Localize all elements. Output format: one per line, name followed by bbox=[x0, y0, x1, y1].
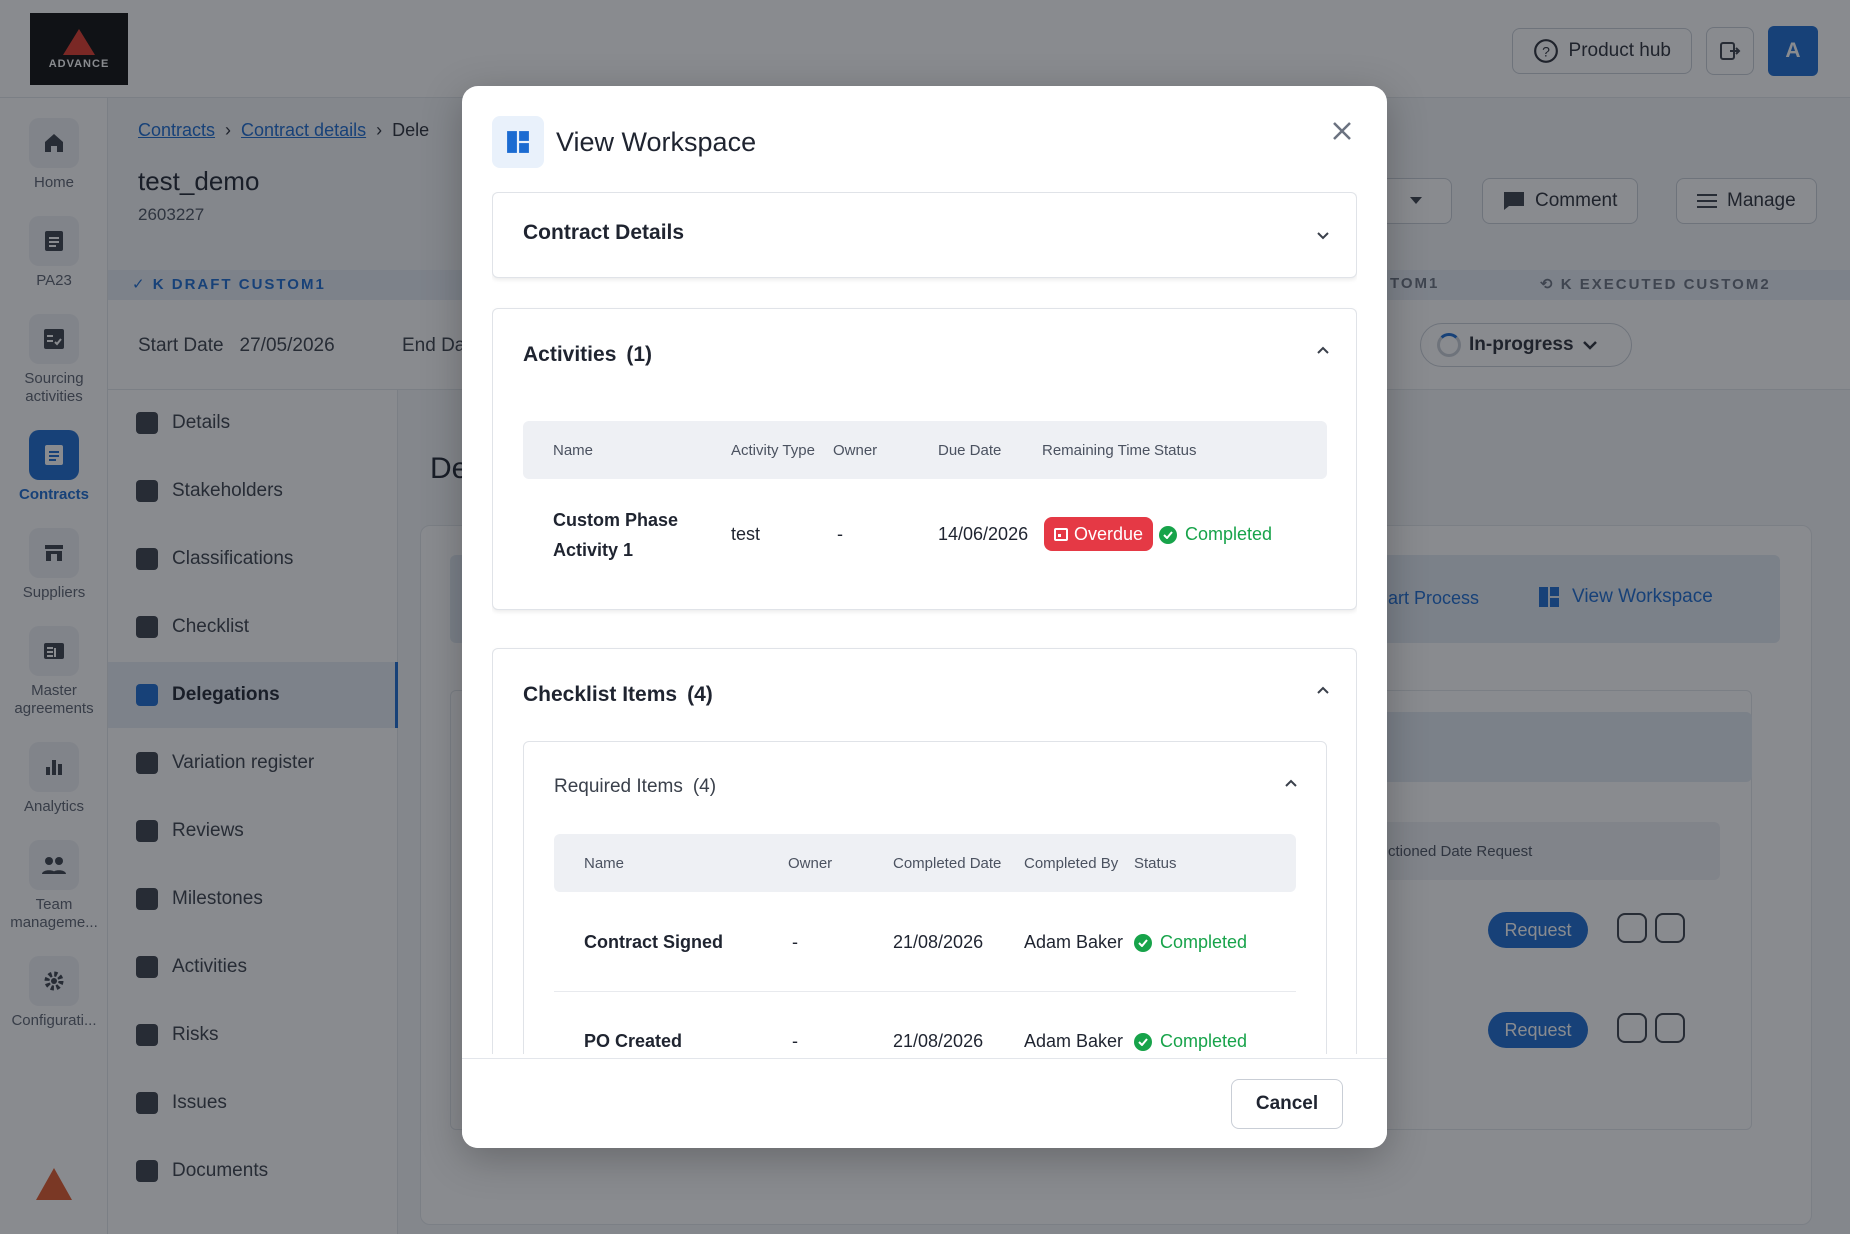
col-activity-type: Activity Type bbox=[731, 442, 815, 459]
activity-due-date: 14/06/2026 bbox=[938, 524, 1029, 544]
activity-type: test bbox=[731, 524, 761, 544]
modal-footer: Cancel bbox=[462, 1058, 1387, 1148]
col-status: Status bbox=[1154, 442, 1197, 459]
col-owner: Owner bbox=[833, 442, 878, 459]
modal-title: View Workspace bbox=[556, 126, 757, 157]
status-completed: Completed bbox=[1134, 932, 1247, 953]
overdue-badge: Overdue bbox=[1044, 517, 1154, 551]
col-completed-by: Completed By bbox=[1024, 855, 1119, 872]
required-items-count: (4) bbox=[692, 776, 717, 797]
checklist-item-completed-by: Adam Baker bbox=[1024, 932, 1124, 952]
modal-header: View Workspace bbox=[492, 116, 756, 168]
activity-name-line: Activity 1 bbox=[553, 540, 634, 560]
checklist-title: Checklist Items (4) bbox=[523, 683, 713, 707]
status-completed: Completed bbox=[1134, 1031, 1247, 1052]
checklist-item-owner: - bbox=[792, 1031, 798, 1051]
checklist-item-date: 21/08/2026 bbox=[893, 932, 984, 952]
col-owner: Owner bbox=[788, 855, 833, 872]
chevron-up-icon[interactable] bbox=[1316, 343, 1330, 357]
status-label: Completed bbox=[1160, 1031, 1248, 1051]
checklist-item-name[interactable]: Contract Signed bbox=[584, 932, 723, 953]
checklist-item-name[interactable]: PO Created bbox=[584, 1031, 682, 1052]
activities-table-header bbox=[523, 421, 1327, 479]
chevron-down-icon[interactable] bbox=[1316, 229, 1330, 243]
status-completed: Completed bbox=[1159, 524, 1272, 545]
row-divider bbox=[554, 991, 1296, 992]
workspace-icon bbox=[492, 116, 544, 168]
col-name: Name bbox=[553, 442, 594, 459]
checklist-panel: Checklist Items (4) Required Items (4) Nam… bbox=[492, 648, 1357, 1054]
required-items-title: Required Items (4) bbox=[554, 776, 716, 798]
activity-owner: - bbox=[837, 524, 843, 544]
activities-panel: Activities (1) Name Activity Type Owner D… bbox=[492, 308, 1357, 610]
col-completed-date: Completed Date bbox=[893, 855, 1002, 872]
activities-title-label: Activities bbox=[523, 343, 617, 366]
checklist-item-completed-by: Adam Baker bbox=[1024, 1031, 1124, 1051]
activity-name[interactable]: Custom Phase Activity 1 bbox=[553, 505, 678, 565]
col-status: Status bbox=[1134, 855, 1177, 872]
required-items-panel: Required Items (4) Name Owner Completed D… bbox=[523, 741, 1327, 1054]
checklist-item-owner: - bbox=[792, 932, 798, 952]
col-remaining-time: Remaining Time bbox=[1042, 442, 1151, 459]
calendar-icon bbox=[1054, 528, 1068, 541]
checklist-title-label: Checklist Items bbox=[523, 683, 678, 706]
contract-details-panel[interactable]: Contract Details bbox=[492, 192, 1357, 278]
modal-scroll-area[interactable]: Contract Details Activities (1) Name Acti… bbox=[492, 192, 1357, 1054]
activity-name-line: Custom Phase bbox=[553, 510, 679, 530]
cancel-button[interactable]: Cancel bbox=[1231, 1079, 1343, 1129]
chevron-up-icon[interactable] bbox=[1284, 776, 1298, 790]
close-icon bbox=[1333, 122, 1351, 140]
view-workspace-modal: View Workspace Contract Details Activiti… bbox=[462, 86, 1387, 1148]
required-items-label: Required Items bbox=[554, 776, 683, 797]
checklist-count: (4) bbox=[687, 683, 713, 706]
col-name: Name bbox=[584, 855, 625, 872]
check-circle-icon bbox=[1134, 1032, 1152, 1051]
close-button[interactable] bbox=[1327, 116, 1357, 146]
status-label: Completed bbox=[1160, 932, 1248, 952]
check-circle-icon bbox=[1159, 525, 1177, 544]
overdue-label: Overdue bbox=[1074, 523, 1144, 544]
col-due-date: Due Date bbox=[938, 442, 1002, 459]
status-label: Completed bbox=[1185, 524, 1273, 544]
chevron-up-icon[interactable] bbox=[1316, 683, 1330, 697]
check-circle-icon bbox=[1134, 933, 1152, 952]
activities-title: Activities (1) bbox=[523, 343, 652, 367]
checklist-item-date: 21/08/2026 bbox=[893, 1031, 984, 1051]
contract-details-title: Contract Details bbox=[523, 221, 685, 244]
activities-count: (1) bbox=[626, 343, 653, 366]
